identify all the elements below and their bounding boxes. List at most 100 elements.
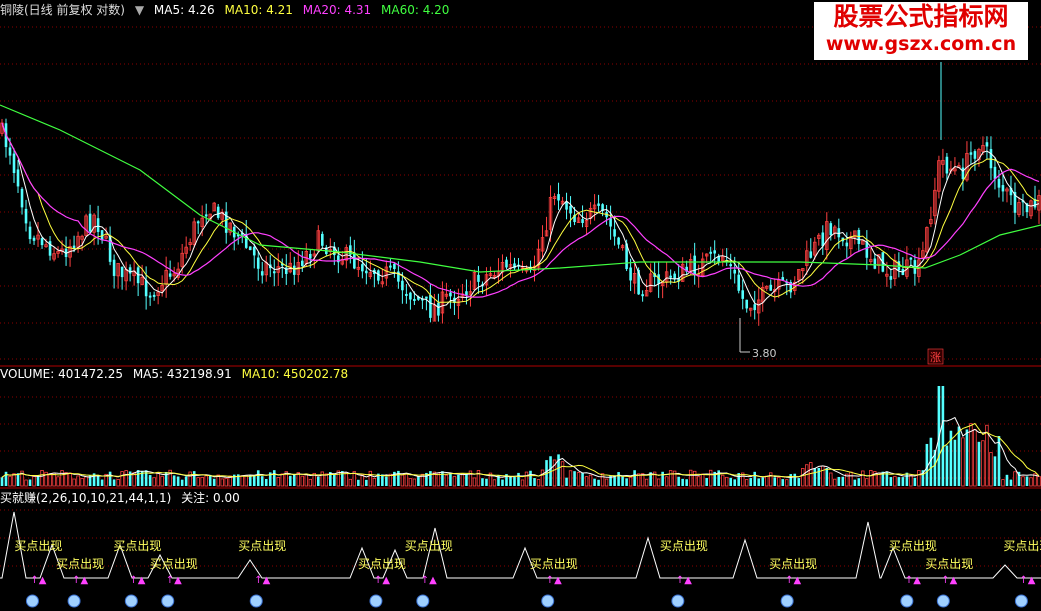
volume-bar [240,475,244,487]
signal-dot-icon [67,594,81,608]
candle-body [292,265,296,275]
volume-bar [524,471,529,487]
volume-bar [180,479,184,486]
volume-bar [909,474,913,487]
candle-body [1001,185,1005,192]
volume-bar [957,426,961,486]
volume-bar [749,478,753,486]
volume-bar [72,478,76,487]
volume-bar [656,478,661,487]
volume-bar [825,467,829,486]
watermark-url: www.gszx.com.cn [825,33,1017,55]
volume-bar [457,474,460,486]
candle-body [401,280,404,291]
volume-bar [837,476,841,486]
price-panel-header: 铜陵(日线 前复权 对数) ▼ MA5: 4.26 MA10: 4.21 MA2… [0,1,455,18]
candle-body [945,156,949,174]
volume-bar [761,477,765,486]
volume-ma10-line [1,422,1040,478]
candle-body [569,205,572,214]
ma5-line [1,122,1040,309]
candle-body [737,274,741,291]
buy-signal-label: 买点出现 [530,557,578,571]
signal-dot-icon [369,594,383,608]
volume-bar [977,441,981,486]
candle-body [148,295,152,298]
volume-bar [841,476,845,486]
volume-bar [501,479,504,486]
signal-dot-icon [671,594,685,608]
candle-body [196,221,200,224]
volume-bar [965,429,969,486]
candle-body [24,208,28,224]
volume-bar [16,473,20,486]
volume-bar [705,477,708,486]
volume-bar [24,479,28,487]
volume-bar [729,477,733,486]
volume-bar [628,476,633,487]
candle-body [733,269,737,274]
candle-body [361,264,364,272]
volume-bar [68,472,72,487]
volume-bar [588,474,593,487]
buy-signal-label: 买点出现 [56,557,104,571]
volume-bar [557,454,560,486]
volume-bar [905,472,909,486]
volume-bar [781,479,785,486]
volume-bar [56,476,60,487]
volume-bar [917,470,921,487]
chevron-down-icon[interactable]: ▼ [135,3,144,17]
volume-bar [805,464,809,487]
volume-bar [877,472,881,487]
candle-body [152,294,156,297]
candle-body [973,151,977,159]
volume-bar [1029,477,1033,487]
volume-bar [184,476,188,486]
volume-bar [849,471,853,487]
volume-bar [708,469,713,487]
candle-body [745,299,749,309]
volume-bar [889,477,893,486]
volume-bar [176,476,180,486]
volume-bar [412,478,417,487]
candle-body [873,258,877,269]
candle-body [425,296,428,299]
volume-bar [688,469,693,487]
buy-arrow-icon: ↑▲ [254,575,270,586]
volume-bar [32,476,36,487]
volume-bar [0,477,4,486]
signal-dot-icon [25,594,39,608]
volume-bar [485,478,488,486]
buy-signal-label: 买点出现 [1003,539,1041,553]
volume-bar [196,477,200,487]
stock-chart[interactable]: 3.80 涨买点出现 ↑▲ 买点出现 ↑▲ 买点出现 ↑▲ 买点出现 ↑▲ 买点出现 ↑▲ 买点出现 ↑… [0,0,1041,611]
volume-bar [492,479,497,487]
candle-body [985,142,989,147]
buy-signal-label: 买点出现 [405,539,453,553]
limit-up-label: 涨 [930,351,941,364]
volume-bar [481,478,484,486]
volume-bar [568,470,573,487]
candle-body [729,264,733,267]
candle-body [465,291,468,296]
volume-bar [700,473,705,487]
volume-bar [597,479,600,486]
buy-signal-label: 买点出现 [925,557,973,571]
candle-body [252,246,256,256]
volume-bar [941,386,945,486]
candle-body [669,275,672,278]
volume-bar [96,475,100,486]
candle-body [128,267,132,274]
volume-bar [136,470,140,486]
candle-body [617,237,620,245]
volume-bar [441,471,444,486]
volume-ma10-value: MA10: 450202.78 [241,367,349,381]
volume-bar [576,472,581,487]
volume-bar [593,478,596,486]
candle-body [216,206,220,218]
volume-bar [472,477,477,487]
volume-bar [869,469,873,487]
volume-bar [280,473,284,487]
volume-bar [368,470,373,487]
volume-bar [308,478,312,487]
